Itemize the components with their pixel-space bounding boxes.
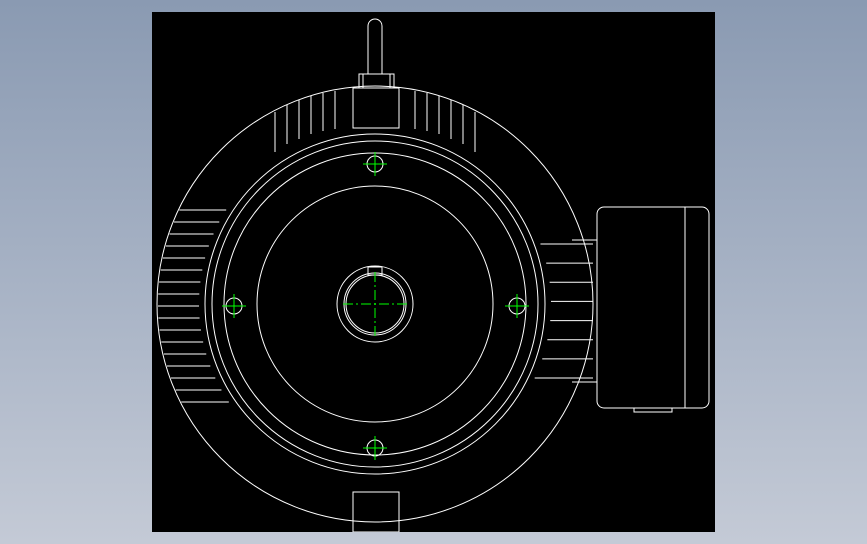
lifting-eye bbox=[358, 18, 395, 89]
bottom-foot bbox=[352, 491, 400, 532]
right-cooling-fins bbox=[534, 243, 593, 379]
mounting-hole bbox=[363, 152, 387, 176]
mounting-hole bbox=[363, 436, 387, 460]
motor-end-view-drawing bbox=[156, 18, 710, 532]
cad-viewport[interactable] bbox=[152, 12, 715, 532]
mounting-hole bbox=[222, 294, 246, 318]
centerlines bbox=[343, 272, 407, 336]
